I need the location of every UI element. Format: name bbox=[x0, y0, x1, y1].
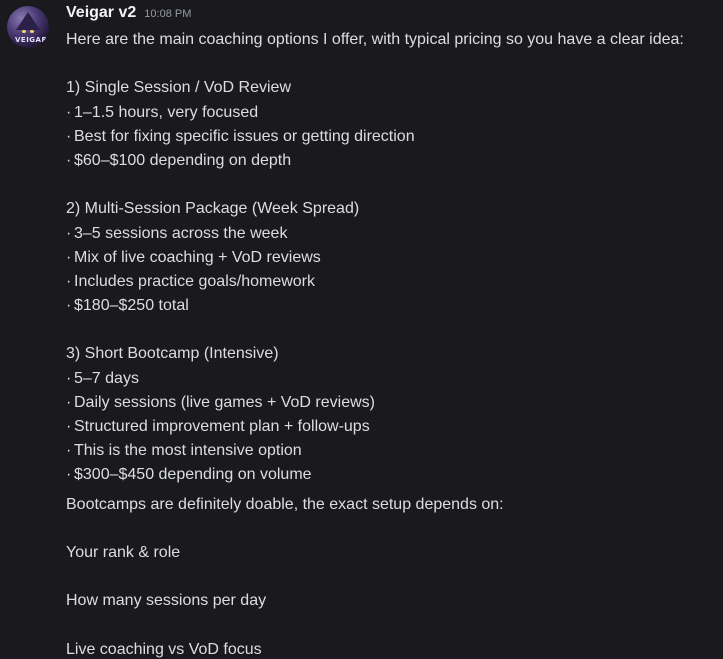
intro-text: Here are the main coaching options I off… bbox=[66, 31, 684, 48]
list-item: · Structured improvement plan + follow-up… bbox=[66, 415, 716, 439]
user-avatar[interactable]: VEIGAR bbox=[7, 6, 49, 48]
bullet-icon: · bbox=[66, 393, 72, 411]
message-timestamp[interactable]: 10:08 PM bbox=[144, 8, 191, 20]
option-title: 3) Short Bootcamp (Intensive) bbox=[66, 345, 279, 363]
bullet-icon: · bbox=[66, 248, 72, 266]
list-item-text: Mix of live coaching + VoD reviews bbox=[74, 248, 321, 266]
list-item-text: $60–$100 depending on depth bbox=[74, 151, 292, 169]
factor-item: Your rank & role bbox=[66, 543, 181, 561]
list-item-text: Daily sessions (live games + VoD reviews… bbox=[74, 393, 375, 411]
list-item: · This is the most intensive option bbox=[66, 439, 716, 463]
list-item: · $60–$100 depending on depth bbox=[66, 149, 716, 173]
factor-item: Live coaching vs VoD focus bbox=[66, 640, 262, 658]
list-item-text: 1–1.5 hours, very focused bbox=[74, 103, 259, 121]
username[interactable]: Veigar v2 bbox=[66, 4, 136, 22]
list-item-text: This is the most intensive option bbox=[74, 442, 302, 460]
list-item-text: Structured improvement plan + follow-ups bbox=[74, 418, 370, 435]
bullet-icon: · bbox=[66, 103, 72, 121]
bullet-icon: · bbox=[66, 369, 72, 387]
followup-text: Bootcamps are definitely doable, the exa… bbox=[66, 495, 504, 513]
bullet-icon: · bbox=[66, 151, 72, 169]
list-item: · $180–$250 total bbox=[66, 294, 716, 318]
factor-item: How many sessions per day bbox=[66, 592, 267, 610]
list-item-text: 3–5 sessions across the week bbox=[74, 224, 288, 242]
bullet-icon: · bbox=[66, 466, 72, 484]
bullet-icon: · bbox=[66, 442, 72, 460]
list-item-text: $300–$450 depending on volume bbox=[74, 466, 312, 484]
list-item-text: 5–7 days bbox=[74, 369, 139, 387]
option-title: 1) Single Session / VoD Review bbox=[66, 79, 291, 97]
list-item: · Mix of live coaching + VoD reviews bbox=[66, 246, 716, 270]
wizard-hat-icon bbox=[16, 12, 40, 30]
bullet-icon: · bbox=[66, 224, 72, 242]
chat-message-area: VEIGAR Veigar v2 10:08 PM Here are the m… bbox=[0, 0, 723, 659]
list-item: · Best for fixing specific issues or gett… bbox=[66, 125, 716, 149]
bullet-icon: · bbox=[66, 127, 72, 145]
list-item: · 5–7 days bbox=[66, 367, 716, 391]
list-item-text: Best for fixing specific issues or getti… bbox=[74, 127, 415, 145]
avatar-eye bbox=[30, 30, 34, 33]
bullet-icon: · bbox=[66, 272, 72, 290]
list-item: · $300–$450 depending on volume bbox=[66, 463, 716, 487]
list-item: · 3–5 sessions across the week bbox=[66, 222, 716, 246]
list-item-text: Includes practice goals/homework bbox=[74, 272, 316, 290]
option-title: 2) Multi-Session Package (Week Spread) bbox=[66, 200, 360, 218]
message-header: Veigar v2 10:08 PM bbox=[66, 4, 191, 24]
message-content: Here are the main coaching options I off… bbox=[66, 28, 716, 659]
list-item-text: $180–$250 total bbox=[74, 297, 189, 315]
list-item: · Includes practice goals/homework bbox=[66, 270, 716, 294]
avatar-eye bbox=[22, 30, 26, 33]
bullet-icon: · bbox=[66, 297, 72, 315]
avatar-text: VEIGAR bbox=[15, 36, 48, 44]
list-item: · Daily sessions (live games + VoD review… bbox=[66, 391, 716, 415]
list-item: · 1–1.5 hours, very focused bbox=[66, 101, 716, 125]
bullet-icon: · bbox=[66, 418, 72, 435]
